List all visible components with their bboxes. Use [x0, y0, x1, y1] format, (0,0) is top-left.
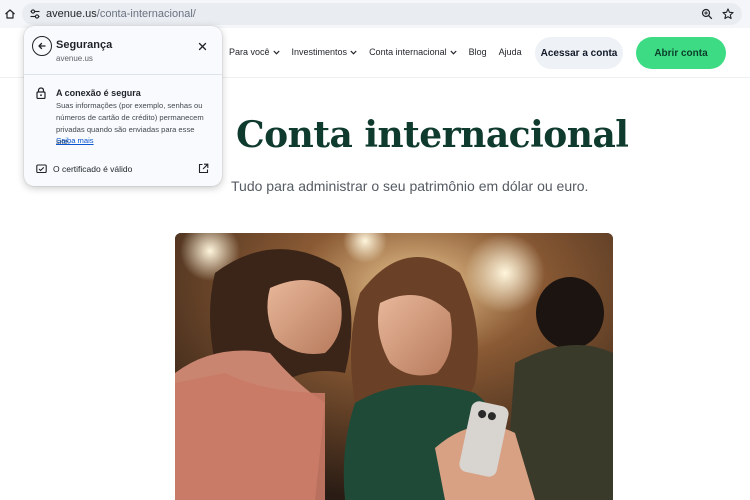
star-icon: [722, 8, 734, 20]
nav-item-conta-internacional[interactable]: Conta internacional: [369, 47, 457, 57]
bookmark-button[interactable]: [720, 6, 736, 22]
page-title: Conta internacional: [236, 114, 629, 156]
home-icon: [5, 9, 15, 19]
tune-icon: [30, 9, 40, 19]
divider: [24, 74, 222, 75]
url-host: avenue.us: [46, 8, 97, 20]
home-button[interactable]: [2, 6, 18, 22]
chevron-down-icon: [350, 50, 357, 55]
chevron-down-icon: [272, 50, 280, 55]
nav-item-ajuda[interactable]: Ajuda: [499, 47, 522, 57]
security-popup: Segurança avenue.us A conexão é segura S…: [24, 26, 222, 186]
site-info-button[interactable]: [26, 5, 44, 23]
back-button[interactable]: [32, 36, 52, 56]
certificate-label: O certificado é válido: [53, 164, 133, 174]
url-path: /conta-internacional/: [96, 8, 196, 20]
nav-item-label: Blog: [468, 47, 487, 57]
certificate-icon: [36, 164, 47, 174]
nav-item-investimentos[interactable]: Investimentos: [292, 47, 358, 57]
page-subtitle: Tudo para administrar o seu patrimônio e…: [231, 178, 589, 194]
nav-item-label: Para você: [229, 47, 270, 57]
browser-toolbar: avenue.us/conta-internacional/: [0, 0, 750, 28]
learn-more-link[interactable]: Saiba mais: [56, 136, 94, 145]
zoom-icon: [701, 8, 713, 20]
nav-item-blog[interactable]: Blog: [469, 47, 487, 57]
address-bar[interactable]: avenue.us/conta-internacional/: [22, 3, 742, 25]
nav-item-label: Conta internacional: [369, 47, 447, 57]
popup-domain: avenue.us: [56, 54, 93, 63]
zoom-button[interactable]: [699, 6, 715, 22]
open-account-button[interactable]: Abrir conta: [636, 37, 726, 69]
certificate-row[interactable]: O certificado é válido: [24, 160, 222, 180]
login-button[interactable]: Acessar a conta: [535, 37, 623, 69]
url-text[interactable]: avenue.us/conta-internacional/: [46, 7, 196, 21]
nav-item-para-você[interactable]: Para você: [229, 47, 280, 57]
chevron-down-icon: [449, 50, 457, 55]
nav-item-label: Ajuda: [498, 47, 522, 57]
popup-title: Segurança: [56, 39, 113, 51]
close-button[interactable]: [195, 39, 209, 53]
external-link-icon: [198, 163, 209, 174]
arrow-left-icon: [38, 42, 46, 50]
nav-item-label: Investimentos: [291, 47, 348, 57]
lock-icon: [36, 87, 46, 99]
main-nav: Para você Investimentos Conta internaciona…: [229, 47, 534, 57]
close-icon: [198, 42, 206, 50]
hero-photo: [175, 233, 613, 500]
connection-status-title: A conexão é segura: [56, 88, 141, 98]
